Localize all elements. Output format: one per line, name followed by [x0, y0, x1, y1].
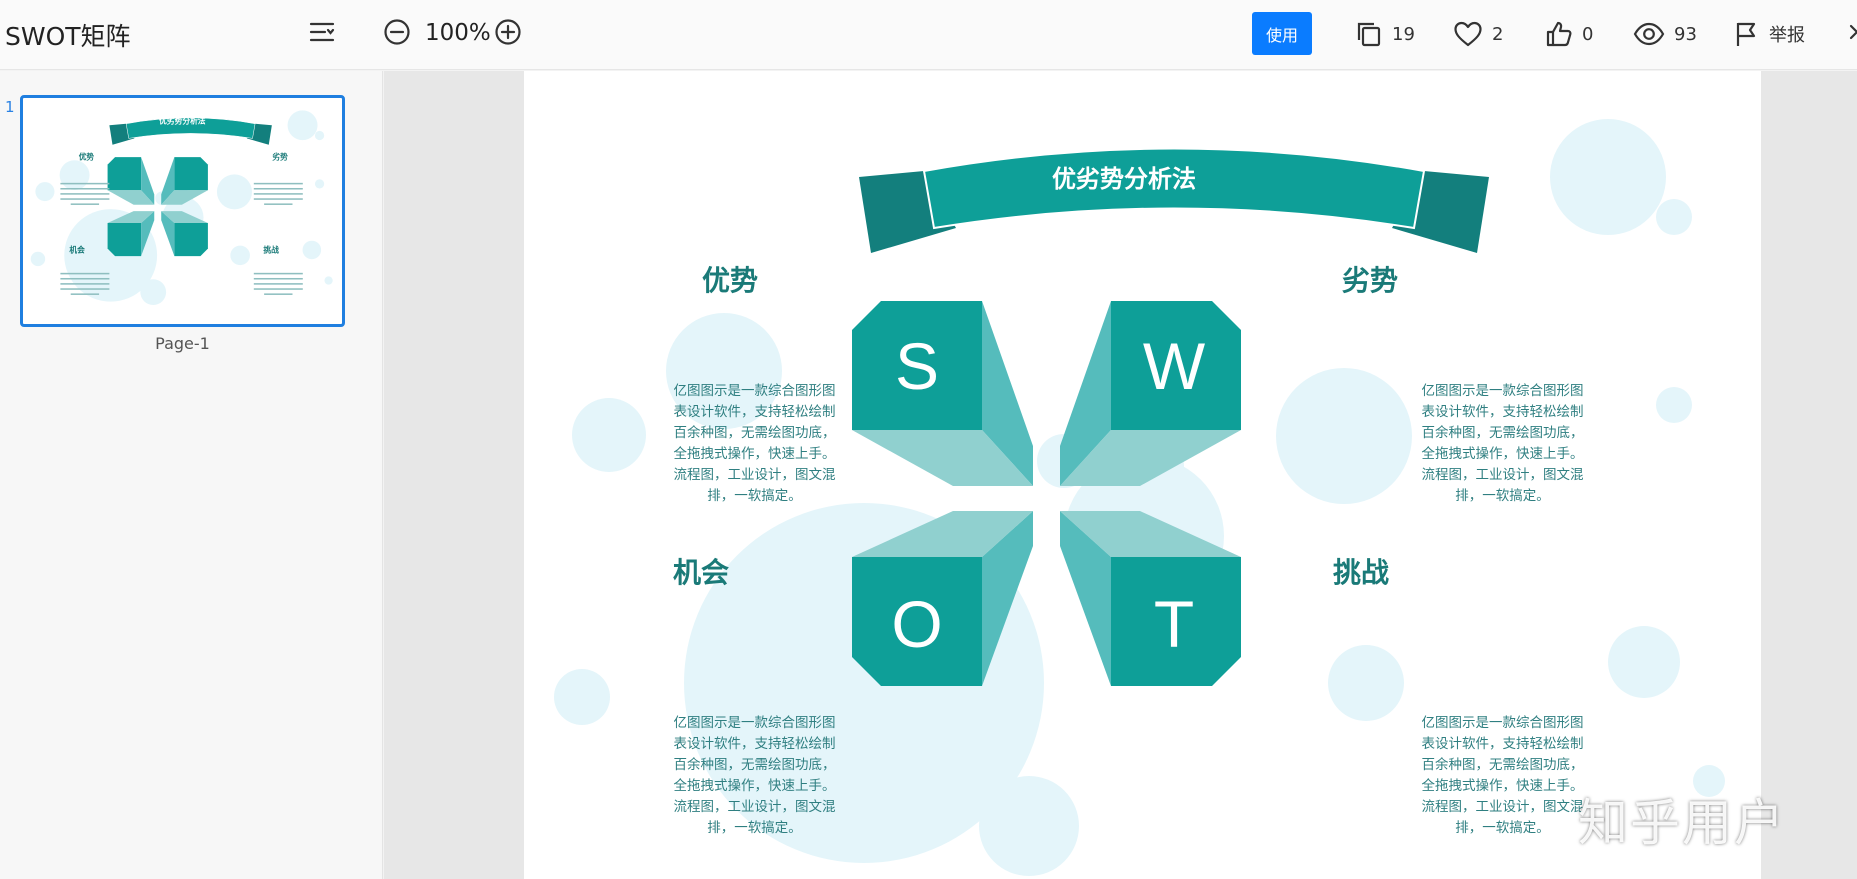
w-letter: W — [1143, 329, 1206, 403]
zoom-out-icon[interactable] — [381, 16, 413, 48]
view-count: 93 — [1633, 18, 1697, 50]
thumb-title-w: 劣势 — [272, 152, 288, 162]
page-sidebar: 1 优势 劣势 机会 挑战 优劣势分析法 Page-1 — [0, 71, 383, 879]
page-label: Page-1 — [155, 334, 210, 353]
page-number: 1 — [5, 98, 15, 116]
page-thumbnail[interactable]: 优势 劣势 机会 挑战 优劣势分析法 — [20, 95, 345, 327]
like-count-value: 0 — [1582, 23, 1594, 45]
strength-text: 亿图图示是一款综合图形图表设计软件，支持轻松绘制百余种图，无需绘图功底，全拖拽式… — [673, 383, 836, 504]
outline-toggle-icon[interactable] — [306, 16, 338, 48]
document-title[interactable]: SWOT矩阵 — [5, 17, 131, 53]
view-count-value: 93 — [1674, 23, 1697, 45]
thumb-banner: 优劣势分析法 — [159, 116, 206, 126]
like-count[interactable]: 0 — [1545, 18, 1593, 50]
favorite-count-value: 2 — [1492, 23, 1504, 45]
threat-title: 挑战 — [1333, 556, 1389, 589]
t-letter: T — [1154, 587, 1194, 661]
top-toolbar: SWOT矩阵 100% 使用 19 2 0 93 举报 — [0, 0, 1857, 70]
heart-icon — [1454, 21, 1482, 47]
eye-icon — [1633, 22, 1665, 46]
thumb-title-s: 优势 — [79, 152, 95, 162]
thumbnail-preview: 优势 劣势 机会 挑战 优劣势分析法 — [30, 110, 333, 306]
thumb-title-o: 机会 — [69, 244, 85, 254]
slide-page: 优劣势分析法 S W O T 优势 劣势 机会 挑战 亿图图示是一款综合图形图表… — [524, 71, 1761, 879]
report-button[interactable]: 举报 — [1734, 18, 1805, 50]
thumb-title-t: 挑战 — [263, 244, 279, 254]
weakness-text: 亿图图示是一款综合图形图表设计软件，支持轻松绘制百余种图，无需绘图功底，全拖拽式… — [1421, 383, 1584, 504]
use-template-button[interactable]: 使用 — [1252, 12, 1312, 55]
zoom-in-icon[interactable] — [492, 16, 524, 48]
canvas-area: 优劣势分析法 S W O T 优势 劣势 机会 挑战 亿图图示是一款综合图形图表… — [384, 71, 1857, 879]
close-icon[interactable] — [1840, 16, 1857, 48]
watermark: 知乎用户 — [1578, 794, 1786, 852]
flag-icon — [1736, 22, 1756, 46]
strength-title: 优势 — [702, 264, 758, 297]
report-label: 举报 — [1769, 25, 1805, 46]
s-letter: S — [895, 329, 939, 403]
opportunity-text: 亿图图示是一款综合图形图表设计软件，支持轻松绘制百余种图，无需绘图功底，全拖拽式… — [673, 715, 836, 836]
thumbs-up-icon — [1546, 21, 1572, 47]
banner-title: 优劣势分析法 — [1052, 165, 1196, 193]
copy-count[interactable]: 19 — [1355, 18, 1415, 50]
zoom-level: 100% — [425, 20, 491, 46]
opportunity-title: 机会 — [673, 556, 729, 589]
weakness-title: 劣势 — [1342, 264, 1398, 297]
favorite-count[interactable]: 2 — [1453, 18, 1503, 50]
threat-text: 亿图图示是一款综合图形图表设计软件，支持轻松绘制百余种图，无需绘图功底，全拖拽式… — [1421, 715, 1584, 836]
copy-icon — [1357, 22, 1381, 47]
copy-count-value: 19 — [1392, 23, 1415, 45]
o-letter: O — [891, 587, 942, 661]
